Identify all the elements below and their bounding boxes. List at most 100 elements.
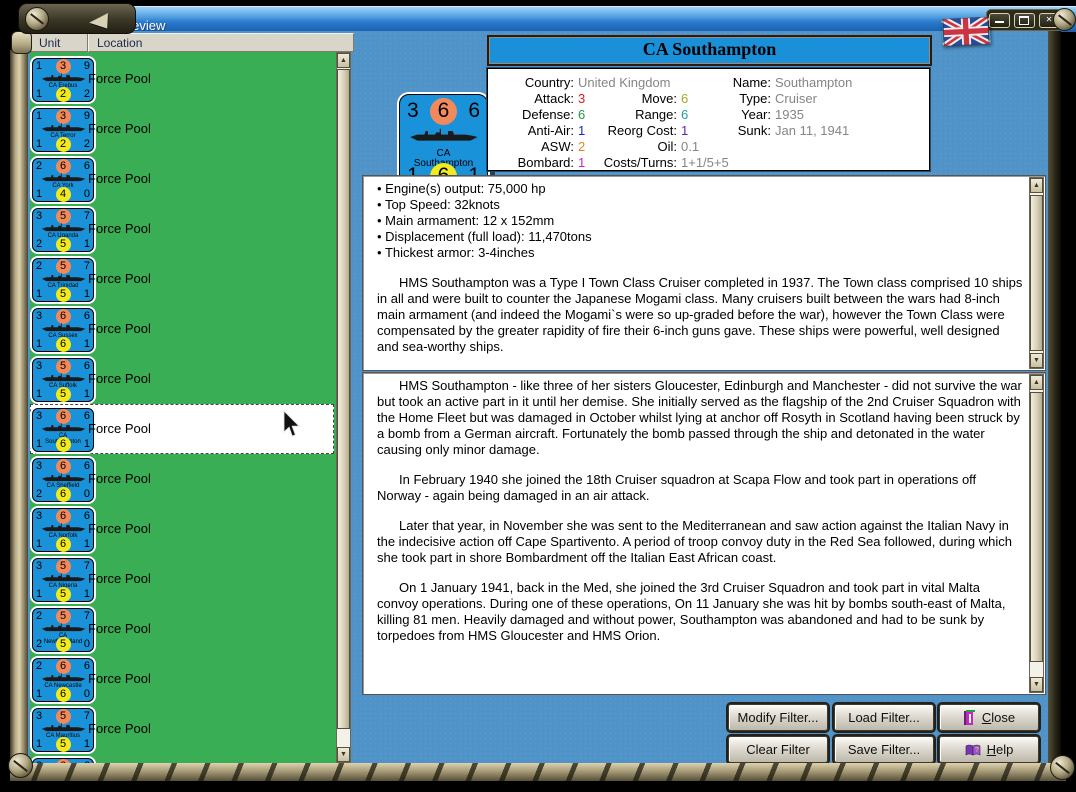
ship-silhouette-icon — [41, 473, 86, 482]
counter-stat: 0 — [83, 638, 90, 650]
counter-stat: 3 — [407, 99, 419, 122]
scroll-up-icon[interactable]: ▲ — [1030, 178, 1043, 193]
history-paragraph: In February 1940 she joined the 18th Cru… — [377, 472, 977, 503]
specs-scrollbar[interactable]: ▲ ▼ — [1029, 177, 1044, 369]
unit-location: Force Pool — [88, 571, 151, 586]
move-circle: 6 — [55, 486, 71, 502]
unit-row[interactable]: 3 5 7 CA Nigeria 1 5 1 Force Pool — [30, 554, 334, 604]
stat-name-label: Name: — [732, 75, 771, 90]
unit-counter: 1 3 9 CA Terror 1 2 2 — [32, 108, 94, 152]
unit-location: Force Pool — [88, 471, 151, 486]
history-scrollbar[interactable]: ▲ ▼ — [1029, 374, 1044, 693]
unit-specs-textbox: Engine(s) output: 75,000 hpTop Speed: 32… — [362, 175, 1046, 371]
content-area: Unit Location 1 3 9 CA Erebus 1 2 2 Forc… — [28, 31, 1048, 763]
unit-counter: 2 5 7 CA Newfoundland 2 5 0 — [32, 608, 94, 652]
minimize-button[interactable] — [988, 12, 1010, 28]
unit-counter: 3 5 7 CA Uganda 2 5 1 — [32, 208, 94, 252]
unit-counter: 3 5 7 CA Mauritius 1 5 1 — [32, 708, 94, 752]
svg-text:?: ? — [975, 747, 979, 754]
help-button[interactable]: ? Help — [939, 736, 1039, 763]
unit-row[interactable]: 2 6 6 — [30, 754, 334, 763]
unit-row[interactable]: 3 6 6 CA Norfolk 1 6 1 Force Pool — [30, 504, 334, 554]
corner-arrow-icon[interactable] — [89, 8, 112, 29]
titlebar[interactable]: Unit Review — [24, 6, 1076, 36]
scroll-down-icon[interactable]: ▼ — [337, 747, 350, 762]
stat-range-label: Range: — [635, 107, 677, 122]
stat-oil-label: Oil: — [657, 139, 678, 154]
scrollbar-thumb[interactable] — [1030, 195, 1043, 351]
scroll-up-icon[interactable]: ▲ — [1030, 375, 1043, 390]
unit-row[interactable]: 3 5 7 CA Uganda 2 5 1 Force Pool — [30, 204, 334, 254]
counter-stat: 1 — [83, 238, 90, 250]
move-circle: 5 — [55, 386, 71, 402]
counter-stat: 1 — [36, 438, 43, 450]
unit-location: Force Pool — [88, 521, 151, 536]
stat-country-value: United Kingdom — [578, 75, 671, 90]
unit-counter: 3 6 6 CA Southampton 1 6 1 — [32, 408, 94, 452]
unit-row[interactable]: 2 5 7 CA Newfoundland 2 5 0 Force Pool — [30, 604, 334, 654]
unit-location: Force Pool — [88, 221, 151, 236]
close-button[interactable]: Close — [939, 704, 1039, 731]
unit-row[interactable]: 2 6 6 CA York 1 4 0 Force Pool — [30, 154, 334, 204]
unit-counter: 2 6 6 CA York 1 4 0 — [32, 158, 94, 202]
move-circle: 4 — [55, 186, 71, 202]
column-header-location[interactable]: Location — [88, 33, 354, 52]
counter-stat: 0 — [83, 688, 90, 700]
counter-stat: 2 — [36, 238, 43, 250]
unit-row[interactable]: 3 6 6 CA Sheffield 2 6 0 Force Pool — [30, 454, 334, 504]
stat-name-value: Southampton — [775, 75, 853, 90]
history-paragraph: HMS Southampton was a Type I Town Class … — [377, 275, 1023, 354]
unit-row[interactable]: 1 3 9 CA Erebus 1 2 2 Force Pool — [30, 54, 334, 104]
load-filter-button[interactable]: Load Filter... — [834, 704, 934, 731]
unit-row[interactable]: 1 3 9 CA Terror 1 2 2 Force Pool — [30, 104, 334, 154]
scrollbar-thumb[interactable] — [1030, 392, 1043, 662]
stat-sunk-label: Sunk: — [737, 123, 771, 138]
unit-location: Force Pool — [88, 171, 151, 186]
counter-stat: 1 — [36, 88, 43, 100]
close-icon: ✕ — [1045, 14, 1053, 24]
spec-bullet: Thickest armor: 3-4inches — [377, 245, 1023, 261]
unit-location: Force Pool — [88, 421, 151, 436]
stat-type-label: Type: — [739, 91, 771, 106]
unit-list-scrollbar[interactable]: ▲ ▼ — [336, 52, 351, 763]
scroll-down-icon[interactable]: ▼ — [1030, 677, 1043, 692]
ship-silhouette-icon — [41, 723, 86, 732]
counter-stat: 2 — [83, 88, 90, 100]
counter-stat: 1 — [83, 338, 90, 350]
frame-bottom-rail — [10, 763, 1066, 781]
column-header-unit[interactable]: Unit — [30, 33, 88, 52]
scrollbar-thumb[interactable] — [337, 69, 350, 729]
spec-bullet: Engine(s) output: 75,000 hp — [377, 181, 1023, 197]
move-circle: 2 — [55, 86, 71, 102]
counter-stat: 1 — [83, 538, 90, 550]
modify-filter-button[interactable]: Modify Filter... — [728, 704, 828, 731]
unit-row[interactable]: 3 5 6 CA Suffolk 1 5 1 Force Pool — [30, 354, 334, 404]
clear-filter-button[interactable]: Clear Filter — [728, 736, 828, 763]
unit-row[interactable]: 3 5 7 CA Mauritius 1 5 1 Force Pool — [30, 704, 334, 754]
maximize-icon — [1019, 15, 1029, 25]
counter-stat: 1 — [36, 388, 43, 400]
counter-stat: 6 — [468, 99, 480, 122]
scroll-down-icon[interactable]: ▼ — [1030, 353, 1043, 368]
move-circle: 5 — [55, 286, 71, 302]
counter-stat: 1 — [83, 438, 90, 450]
maximize-button[interactable] — [1013, 12, 1035, 28]
move-circle: 6 — [55, 536, 71, 552]
screw-icon — [1053, 8, 1076, 31]
ship-silhouette-icon — [41, 73, 86, 82]
history-paragraph: HMS Southampton - like three of her sist… — [377, 378, 1022, 457]
unit-row[interactable]: 2 5 7 CA Trinidad 1 5 1 Force Pool — [30, 254, 334, 304]
unit-stats-panel: Country: United Kingdom Name: Southampto… — [487, 68, 930, 171]
save-filter-button[interactable]: Save Filter... — [834, 736, 934, 763]
unit-location: Force Pool — [88, 371, 151, 386]
ship-silhouette-icon — [41, 323, 86, 332]
ship-silhouette-icon — [410, 128, 478, 141]
unit-counter: 3 6 6 CA Sussex 1 6 1 — [32, 308, 94, 352]
unit-row[interactable]: 3 6 6 CA Sussex 1 6 1 Force Pool — [30, 304, 334, 354]
stat-country-label: Country: — [524, 75, 574, 90]
scroll-up-icon[interactable]: ▲ — [337, 53, 350, 68]
counter-stat: 2 — [36, 638, 43, 650]
stat-move-label: Move: — [641, 91, 677, 106]
unit-row[interactable]: 2 6 6 CA Newcastle 1 6 0 Force Pool — [30, 654, 334, 704]
ship-silhouette-icon — [41, 523, 86, 532]
